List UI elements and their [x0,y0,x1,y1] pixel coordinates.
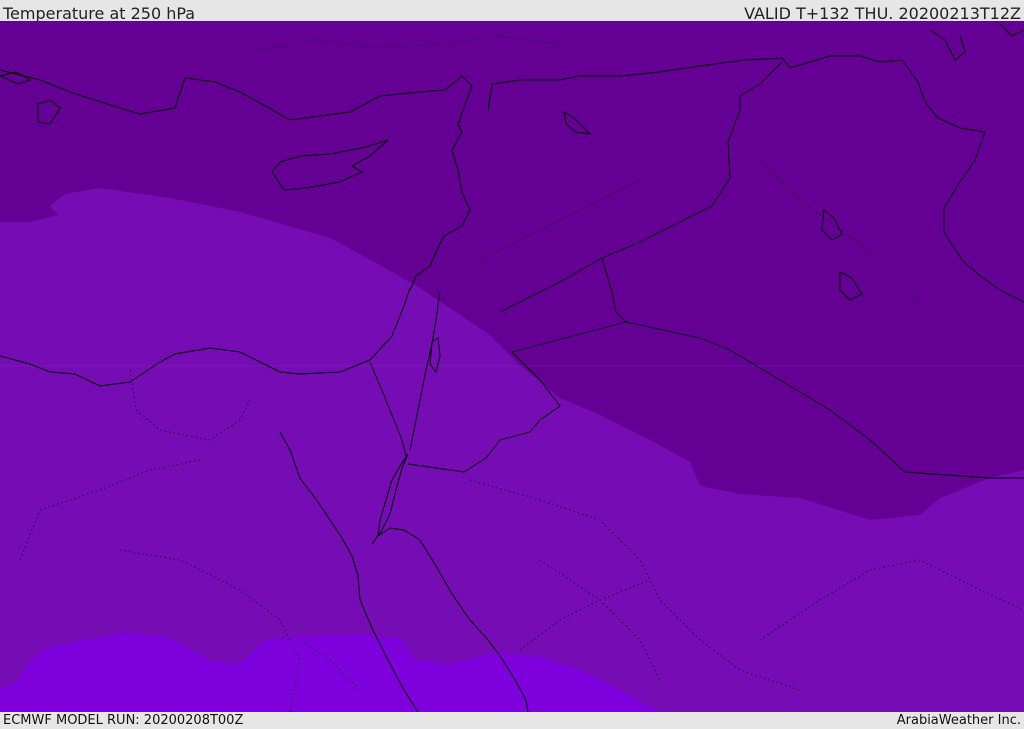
map-canvas [0,21,1024,712]
map-header: Temperature at 250 hPa VALID T+132 THU. … [0,0,1024,23]
map-footer: ECMWF MODEL RUN: 20200208T00Z ArabiaWeat… [0,712,1024,729]
temperature-map [0,21,1024,712]
model-run-label: ECMWF MODEL RUN: 20200208T00Z [3,713,244,728]
credit-label: ArabiaWeather Inc. [896,713,1021,728]
